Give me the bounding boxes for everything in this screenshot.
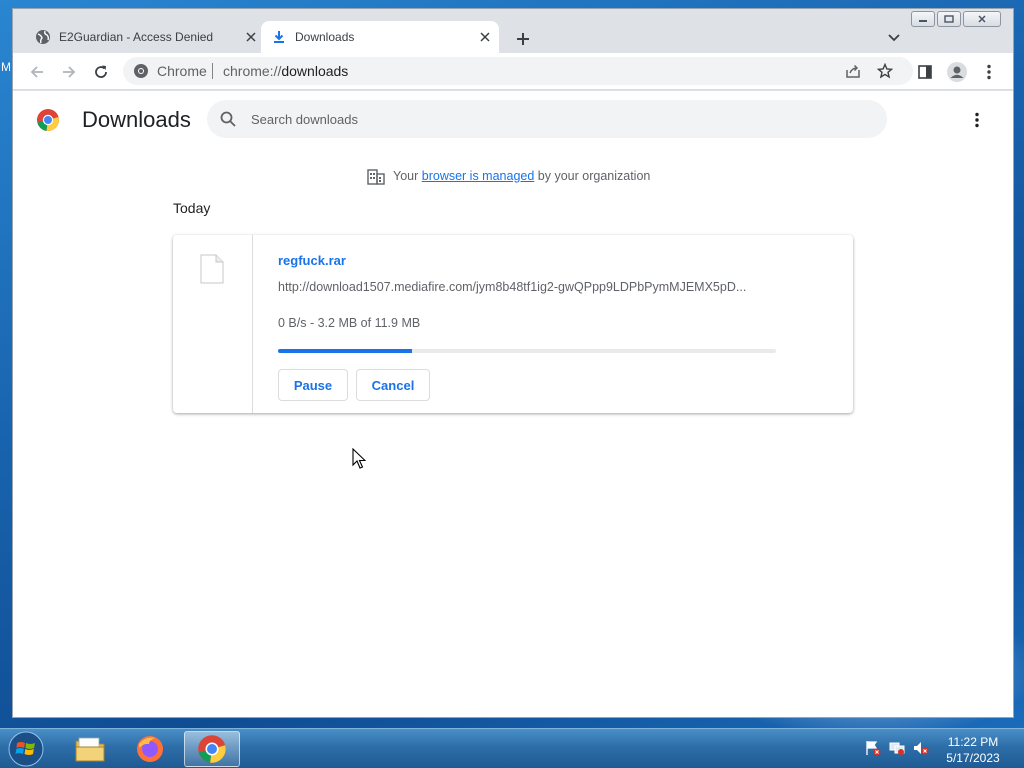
date-heading: Today [173, 200, 211, 216]
url-host: downloads [281, 63, 349, 79]
browser-window: E2Guardian - Access Denied Downloads Chr… [12, 8, 1014, 718]
action-center-icon[interactable] [864, 739, 882, 757]
reload-button[interactable] [89, 60, 113, 84]
managed-prefix: Your [393, 169, 419, 183]
downloads-page: Downloads Your browser is managed by you… [13, 91, 1013, 717]
clock-time: 11:22 PM [947, 735, 999, 749]
taskbar-chrome[interactable] [184, 731, 240, 767]
chrome-logo-icon [37, 109, 59, 131]
download-status: 0 B/s - 3.2 MB of 11.9 MB [278, 316, 421, 330]
managed-notice: Your browser is managed by your organiza… [367, 167, 650, 185]
folder-icon [75, 737, 105, 762]
cancel-button[interactable]: Cancel [356, 369, 430, 401]
forward-button[interactable] [57, 60, 81, 84]
chrome-icon [198, 735, 226, 763]
managed-suffix: by your organization [537, 169, 651, 183]
tab-close-button[interactable] [243, 29, 259, 45]
share-icon [846, 64, 860, 78]
kebab-menu-icon [975, 112, 979, 128]
kebab-menu-icon [987, 64, 991, 80]
taskbar-firefox[interactable] [122, 731, 178, 767]
reload-icon [95, 65, 107, 78]
system-tray [864, 739, 930, 757]
search-box[interactable] [207, 100, 887, 138]
download-item: regfuck.rar http://download1507.mediafir… [173, 235, 853, 413]
search-icon [220, 111, 236, 127]
tab-downloads[interactable]: Downloads [261, 21, 499, 53]
clock-date: 5/17/2023 [946, 751, 1000, 765]
plus-icon [517, 33, 529, 45]
network-icon-glyph [889, 742, 905, 755]
address-bar[interactable]: Chrome chrome://downloads [123, 57, 913, 85]
firefox-icon [137, 736, 163, 762]
mouse-cursor-icon [352, 448, 366, 469]
taskbar: 11:22 PM 5/17/2023 [0, 728, 1024, 768]
side-panel-icon [918, 65, 932, 79]
tab-title: Downloads [295, 30, 355, 44]
forward-arrow-icon [63, 66, 76, 78]
new-tab-button[interactable] [511, 27, 535, 51]
file-icon [200, 254, 224, 284]
taskbar-explorer[interactable] [62, 731, 118, 767]
browser-toolbar: Chrome chrome://downloads [13, 53, 1013, 90]
site-label: Chrome [157, 63, 207, 79]
omnibox-divider [212, 63, 213, 79]
downloads-menu-button[interactable] [965, 108, 989, 132]
progress-bar [278, 349, 776, 353]
close-icon [480, 32, 490, 42]
bookmark-button[interactable] [873, 59, 897, 83]
desktop-edge-text: M [1, 60, 11, 74]
chevron-down-icon [888, 34, 900, 42]
side-panel-button[interactable] [913, 60, 937, 84]
star-icon [877, 63, 893, 79]
start-button[interactable] [6, 730, 46, 768]
avatar-icon [947, 62, 967, 82]
speaker-muted-icon [914, 742, 929, 755]
network-icon[interactable] [888, 739, 906, 757]
file-name-link[interactable]: regfuck.rar [278, 253, 346, 268]
tab-strip: E2Guardian - Access Denied Downloads [13, 21, 1013, 53]
tab-e2guardian[interactable]: E2Guardian - Access Denied [25, 21, 261, 53]
taskbar-clock[interactable]: 11:22 PM 5/17/2023 [935, 734, 1011, 766]
flag-alert-icon [866, 741, 881, 756]
windows-logo-icon [8, 731, 44, 767]
building-icon [367, 169, 385, 185]
download-icon [274, 31, 284, 43]
source-url[interactable]: http://download1507.mediafire.com/jym8b4… [278, 280, 770, 294]
back-arrow-icon [30, 66, 43, 78]
globe-icon [36, 30, 50, 44]
tab-search-button[interactable] [883, 29, 905, 47]
back-button[interactable] [25, 60, 49, 84]
page-title: Downloads [82, 107, 191, 132]
search-input[interactable] [251, 109, 851, 129]
share-button[interactable] [841, 59, 865, 83]
profile-button[interactable] [945, 60, 969, 84]
url-text[interactable]: chrome://downloads [223, 63, 348, 79]
chrome-menu-button[interactable] [977, 60, 1001, 84]
tab-title: E2Guardian - Access Denied [59, 30, 214, 44]
chrome-site-icon [134, 64, 148, 78]
progress-fill [278, 349, 413, 353]
tab-close-button[interactable] [477, 29, 493, 45]
download-icon-area [173, 235, 253, 413]
pause-button[interactable]: Pause [278, 369, 348, 401]
close-icon [246, 32, 256, 42]
url-scheme: chrome:// [223, 63, 282, 79]
managed-link[interactable]: browser is managed [422, 169, 535, 183]
downloads-header: Downloads [13, 91, 1013, 147]
volume-icon[interactable] [912, 739, 930, 757]
